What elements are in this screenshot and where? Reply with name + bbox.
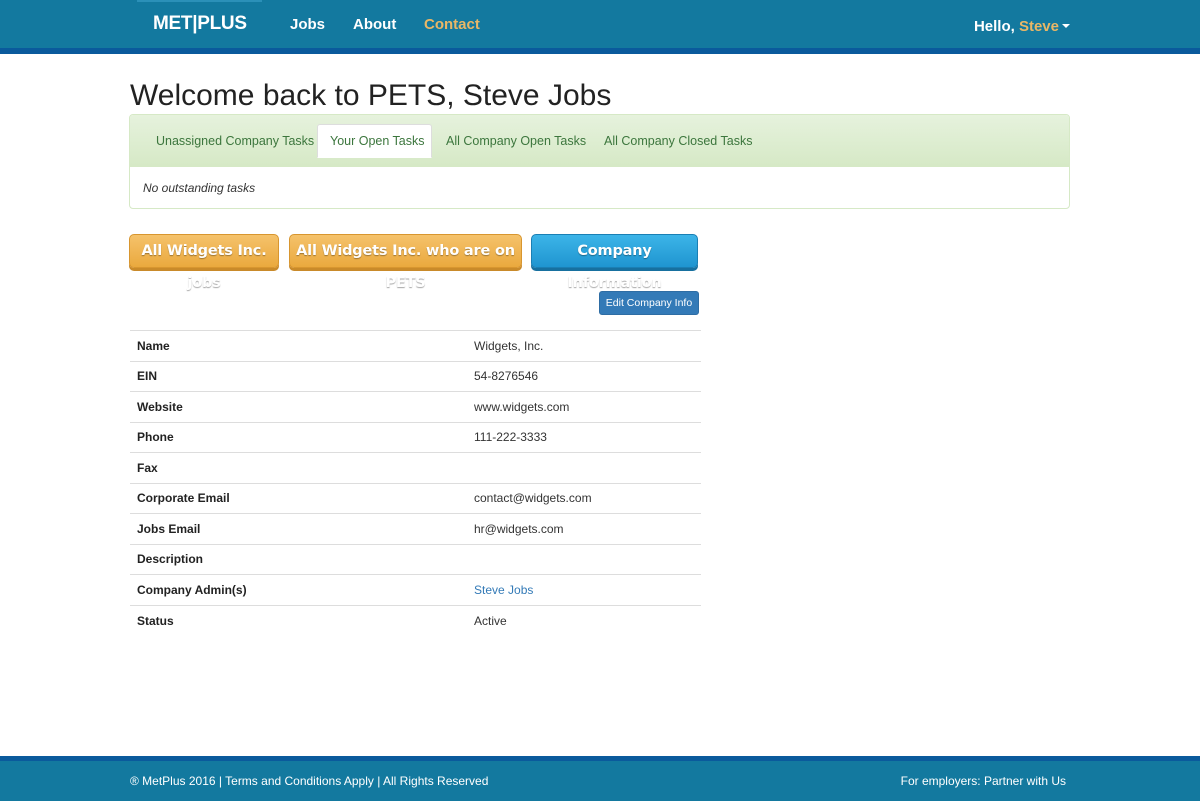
top-navbar: MET|PLUS Jobs About Contact Hello, Steve [0,0,1200,54]
rights-text: All Rights Reserved [383,774,489,788]
tab-all-company-closed-tasks[interactable]: All Company Closed Tasks [604,134,752,148]
company-info-table: Name Widgets, Inc. EIN 54-8276546 Websit… [130,330,701,636]
row-label: Fax [137,460,158,475]
tasks-empty-message: No outstanding tasks [143,181,256,195]
row-value: 111-222-3333 [474,430,547,445]
table-row: Name Widgets, Inc. [130,330,701,362]
row-label: Phone [137,430,174,445]
page-title: Welcome back to PETS, Steve Jobs [130,79,612,112]
terms-link[interactable]: Terms and Conditions Apply [225,774,374,788]
row-label: EIN [137,369,158,384]
all-pets-users-button[interactable]: All Widgets Inc. who are on PETS [289,234,522,291]
table-row: Website www.widgets.com [130,391,701,423]
row-value: Active [474,613,507,628]
user-name: Steve [1018,18,1059,35]
table-row: Company Admin(s) Steve Jobs [130,574,701,606]
company-information-button[interactable]: Company Information [531,234,698,291]
tab-your-open-tasks[interactable]: Your Open Tasks [330,134,425,148]
table-row: EIN 54-8276546 [130,361,701,392]
row-value: 54-8276546 [474,369,539,384]
footer: ® MetPlus 2016 | Terms and Conditions Ap… [0,756,1200,801]
row-value: Widgets, Inc. [474,338,544,353]
user-menu-toggle[interactable]: Hello, Steve [974,18,1070,35]
tab-all-company-open-tasks[interactable]: All Company Open Tasks [446,134,586,148]
tasks-panel: Unassigned Company Tasks Your Open Tasks… [129,114,1070,209]
footer-copyright: ® MetPlus 2016 | Terms and Conditions Ap… [130,774,488,788]
footer-separator: | [215,774,226,788]
row-label: Jobs Email [137,521,201,536]
navbar-underline [0,48,1200,54]
row-value [467,544,701,575]
row-label: Website [137,399,183,414]
nav-contact-link[interactable]: Contact [424,16,480,33]
footer-topline [0,756,1200,761]
row-value: hr@widgets.com [474,521,564,536]
footer-separator: | [373,774,384,788]
tab-unassigned-company-tasks[interactable]: Unassigned Company Tasks [156,134,314,148]
row-value [467,453,701,484]
table-row: Description [130,544,701,575]
brand-accent [137,0,262,2]
row-label: Company Admin(s) [137,582,247,597]
row-value: www.widgets.com [474,399,570,414]
partner-link[interactable]: For employers: Partner with Us [901,774,1066,788]
table-row: Corporate Email contact@widgets.com [130,483,701,514]
row-label: Corporate Email [137,491,230,506]
caret-down-icon [1062,23,1070,28]
table-row: Phone 111-222-3333 [130,422,701,453]
hello-prefix: Hello, [973,18,1019,35]
copyright-text: ® MetPlus 2016 [130,774,216,788]
brand-logo[interactable]: MET|PLUS [153,13,247,35]
row-label: Status [137,613,174,628]
company-admin-link[interactable]: Steve Jobs [474,583,533,597]
table-row: Jobs Email hr@widgets.com [130,513,701,545]
all-jobs-button[interactable]: All Widgets Inc. jobs [129,234,279,291]
row-label: Description [137,552,204,567]
edit-company-info-button[interactable]: Edit Company Info [599,291,699,315]
table-row: Status Active [130,605,701,636]
table-row: Fax [130,452,701,484]
row-value: contact@widgets.com [474,491,592,506]
nav-jobs-link[interactable]: Jobs [290,16,325,33]
row-value: Steve Jobs [467,575,701,606]
nav-about-link[interactable]: About [353,16,396,33]
tasks-tab-bar: Unassigned Company Tasks Your Open Tasks… [130,115,1069,167]
row-label: Name [137,338,170,353]
